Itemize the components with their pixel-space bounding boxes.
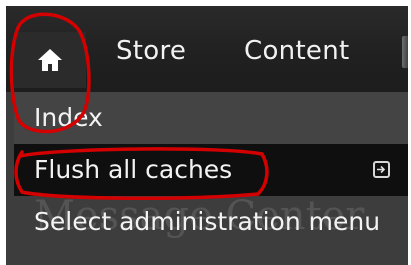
menu-item-label: Index xyxy=(34,103,103,132)
home-button[interactable] xyxy=(14,32,86,88)
menu-item-label: Select administration menu xyxy=(34,207,381,236)
menu-item-index[interactable]: Index xyxy=(14,92,408,144)
submenu-arrow-icon[interactable] xyxy=(373,161,390,178)
admin-toolbar-frame: Store Content Index Flush all caches Mes… xyxy=(6,6,408,265)
menu-item-label: Flush all caches xyxy=(34,155,233,184)
menu-item-select-administration-menu[interactable]: Message Center Select administration men… xyxy=(14,196,408,265)
home-dropdown-menu: Index Flush all caches Message Center Se… xyxy=(14,92,408,265)
menu-item-flush-all-caches[interactable]: Flush all caches xyxy=(14,144,408,196)
home-icon xyxy=(38,49,62,71)
toolbar-item-content[interactable]: Content xyxy=(244,36,350,66)
toolbar-item-store[interactable]: Store xyxy=(116,36,186,66)
toolbar-overflow-edge xyxy=(402,36,408,68)
admin-toolbar: Store Content xyxy=(6,6,408,92)
